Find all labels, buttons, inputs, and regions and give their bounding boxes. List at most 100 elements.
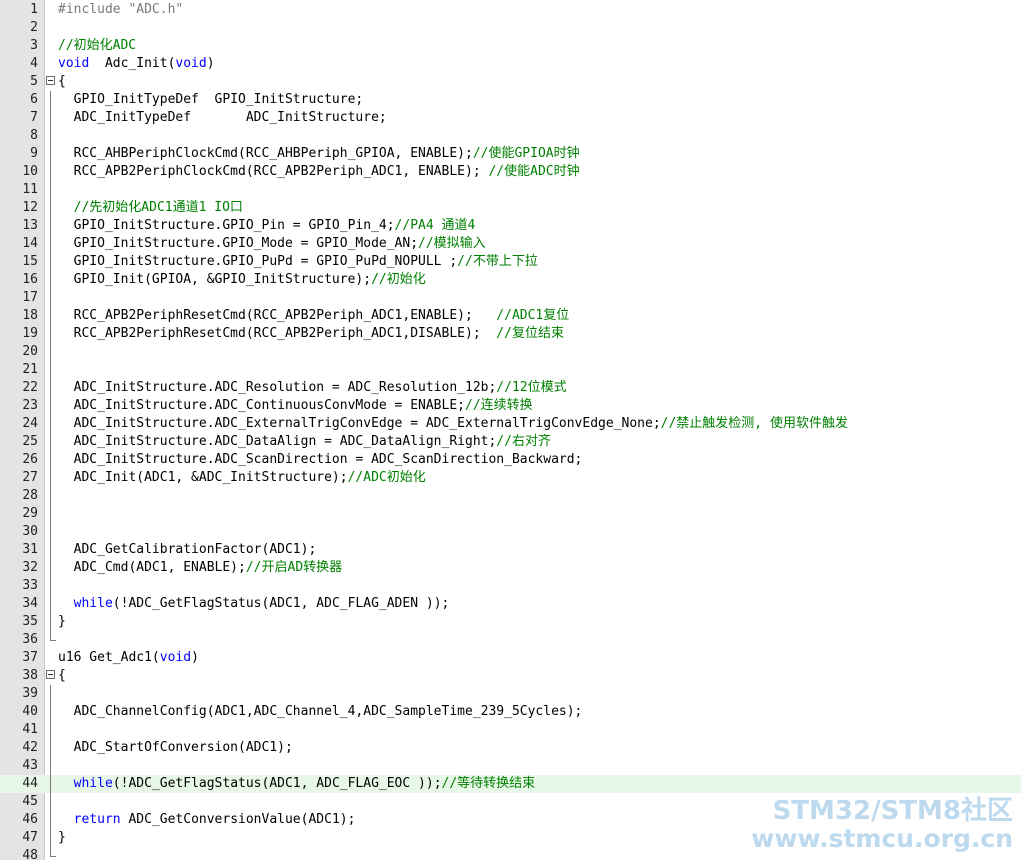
code-text[interactable]: RCC_AHBPeriphClockCmd(RCC_AHBPeriph_GPIO… xyxy=(58,145,580,163)
code-text[interactable]: ADC_InitStructure.ADC_Resolution = ADC_R… xyxy=(58,379,567,397)
code-text[interactable]: RCC_APB2PeriphResetCmd(RCC_APB2Periph_AD… xyxy=(58,307,570,325)
code-line[interactable]: 15 GPIO_InitStructure.GPIO_PuPd = GPIO_P… xyxy=(0,253,1021,271)
code-line[interactable]: 4 void Adc_Init(void) xyxy=(0,55,1021,73)
code-line[interactable]: 42 ADC_StartOfConversion(ADC1); xyxy=(0,739,1021,757)
code-line[interactable]: 37 u16 Get_Adc1(void) xyxy=(0,649,1021,667)
code-text[interactable]: RCC_APB2PeriphClockCmd(RCC_APB2Periph_AD… xyxy=(58,163,580,181)
code-line[interactable]: 29 xyxy=(0,505,1021,523)
code-token: //右对齐 xyxy=(496,434,551,449)
code-text[interactable]: ADC_InitStructure.ADC_ScanDirection = AD… xyxy=(58,451,583,469)
line-number: 47 xyxy=(22,830,38,845)
code-text[interactable]: u16 Get_Adc1(void) xyxy=(58,649,199,667)
line-number: 48 xyxy=(22,848,38,863)
code-line[interactable]: 34 while(!ADC_GetFlagStatus(ADC1, ADC_FL… xyxy=(0,595,1021,613)
code-text[interactable]: ADC_GetCalibrationFactor(ADC1); xyxy=(58,541,317,559)
code-text[interactable]: ADC_StartOfConversion(ADC1); xyxy=(58,739,293,757)
code-line[interactable]: 5{ xyxy=(0,73,1021,91)
code-line[interactable]: 43 xyxy=(0,757,1021,775)
code-text[interactable]: GPIO_InitStructure.GPIO_PuPd = GPIO_PuPd… xyxy=(58,253,538,271)
code-line[interactable]: 20 xyxy=(0,343,1021,361)
code-line[interactable]: 3 //初始化ADC xyxy=(0,37,1021,55)
line-number: 18 xyxy=(22,308,38,323)
code-text[interactable]: GPIO_InitTypeDef GPIO_InitStructure; xyxy=(58,91,364,109)
code-text[interactable]: ADC_InitStructure.ADC_DataAlign = ADC_Da… xyxy=(58,433,551,451)
code-line[interactable]: 32 ADC_Cmd(ADC1, ENABLE);//开启AD转换器 xyxy=(0,559,1021,577)
code-line[interactable]: 1 #include "ADC.h" xyxy=(0,1,1021,19)
code-line[interactable]: 30 xyxy=(0,523,1021,541)
code-line[interactable]: 35} xyxy=(0,613,1021,631)
code-line[interactable]: 11 xyxy=(0,181,1021,199)
code-line[interactable]: 18 RCC_APB2PeriphResetCmd(RCC_APB2Periph… xyxy=(0,307,1021,325)
fold-collapse-icon[interactable] xyxy=(46,76,55,85)
code-line[interactable]: 19 RCC_APB2PeriphResetCmd(RCC_APB2Periph… xyxy=(0,325,1021,343)
code-text[interactable]: GPIO_Init(GPIOA, &GPIO_InitStructure);//… xyxy=(58,271,426,289)
line-number: 11 xyxy=(22,182,38,197)
code-text[interactable]: { xyxy=(58,667,66,685)
code-token: //连续转换 xyxy=(465,398,533,413)
code-line[interactable]: 31 ADC_GetCalibrationFactor(ADC1); xyxy=(0,541,1021,559)
code-line[interactable]: 36 xyxy=(0,631,1021,649)
code-line[interactable]: 39 xyxy=(0,685,1021,703)
code-line[interactable]: 23 ADC_InitStructure.ADC_ContinuousConvM… xyxy=(0,397,1021,415)
code-text[interactable]: GPIO_InitStructure.GPIO_Pin = GPIO_Pin_4… xyxy=(58,217,476,235)
code-text[interactable]: } xyxy=(58,829,66,847)
code-text[interactable]: RCC_APB2PeriphResetCmd(RCC_APB2Periph_AD… xyxy=(58,325,564,343)
code-line[interactable]: 13 GPIO_InitStructure.GPIO_Pin = GPIO_Pi… xyxy=(0,217,1021,235)
code-line[interactable]: 16 GPIO_Init(GPIOA, &GPIO_InitStructure)… xyxy=(0,271,1021,289)
code-token: //PA4 通道4 xyxy=(394,218,476,233)
line-number: 39 xyxy=(22,686,38,701)
code-token: //模拟输入 xyxy=(418,236,486,251)
code-text[interactable]: } xyxy=(58,613,66,631)
code-text[interactable]: #include "ADC.h" xyxy=(58,1,183,19)
fold-guide xyxy=(50,235,51,253)
code-token: //初始化 xyxy=(371,272,426,287)
code-line[interactable]: 33 xyxy=(0,577,1021,595)
code-text[interactable]: while(!ADC_GetFlagStatus(ADC1, ADC_FLAG_… xyxy=(58,775,536,793)
code-line[interactable]: 25 ADC_InitStructure.ADC_DataAlign = ADC… xyxy=(0,433,1021,451)
code-line[interactable]: 22 ADC_InitStructure.ADC_Resolution = AD… xyxy=(0,379,1021,397)
fold-collapse-icon[interactable] xyxy=(46,670,55,679)
code-text[interactable]: ADC_InitStructure.ADC_ExternalTrigConvEd… xyxy=(58,415,848,433)
code-text[interactable]: ADC_ChannelConfig(ADC1,ADC_Channel_4,ADC… xyxy=(58,703,583,721)
code-text[interactable]: ADC_InitStructure.ADC_ContinuousConvMode… xyxy=(58,397,533,415)
line-number: 2 xyxy=(30,20,38,35)
code-line[interactable]: 14 GPIO_InitStructure.GPIO_Mode = GPIO_M… xyxy=(0,235,1021,253)
code-text[interactable]: ADC_InitTypeDef ADC_InitStructure; xyxy=(58,109,387,127)
code-token: #include "ADC.h" xyxy=(58,2,184,17)
code-line[interactable]: 12 //先初始化ADC1通道1 IO口 xyxy=(0,199,1021,217)
code-text[interactable]: ADC_Init(ADC1, &ADC_InitStructure);//ADC… xyxy=(58,469,426,487)
code-token: GPIO_InitStructure.GPIO_PuPd = GPIO_PuPd… xyxy=(58,254,458,269)
code-line[interactable]: 8 xyxy=(0,127,1021,145)
code-token: //ADC初始化 xyxy=(347,470,426,485)
code-text[interactable]: //初始化ADC xyxy=(58,37,136,55)
code-line[interactable]: 27 ADC_Init(ADC1, &ADC_InitStructure);//… xyxy=(0,469,1021,487)
fold-guide xyxy=(50,109,51,127)
code-text[interactable]: //先初始化ADC1通道1 IO口 xyxy=(58,199,243,217)
code-text[interactable]: while(!ADC_GetFlagStatus(ADC1, ADC_FLAG_… xyxy=(58,595,450,613)
fold-end-marker xyxy=(50,847,56,857)
code-line[interactable]: 26 ADC_InitStructure.ADC_ScanDirection =… xyxy=(0,451,1021,469)
code-text[interactable]: return ADC_GetConversionValue(ADC1); xyxy=(58,811,356,829)
fold-guide xyxy=(50,307,51,325)
code-line[interactable]: 41 xyxy=(0,721,1021,739)
code-line[interactable]: 7 ADC_InitTypeDef ADC_InitStructure; xyxy=(0,109,1021,127)
code-line[interactable]: 38 { xyxy=(0,667,1021,685)
code-line[interactable]: 2 xyxy=(0,19,1021,37)
code-text[interactable]: GPIO_InitStructure.GPIO_Mode = GPIO_Mode… xyxy=(58,235,486,253)
code-line[interactable]: 17 xyxy=(0,289,1021,307)
code-line[interactable]: 28 xyxy=(0,487,1021,505)
code-line[interactable]: 9 RCC_AHBPeriphClockCmd(RCC_AHBPeriph_GP… xyxy=(0,145,1021,163)
code-line[interactable]: 40 ADC_ChannelConfig(ADC1,ADC_Channel_4,… xyxy=(0,703,1021,721)
code-line[interactable]: 44 while(!ADC_GetFlagStatus(ADC1, ADC_FL… xyxy=(0,775,1021,793)
code-text[interactable]: { xyxy=(58,73,66,91)
code-line[interactable]: 24 ADC_InitStructure.ADC_ExternalTrigCon… xyxy=(0,415,1021,433)
code-editor[interactable]: 1 #include "ADC.h" 2 3//初始化ADC 4 void Adc_Ini… xyxy=(0,0,1021,863)
code-line[interactable]: 6 GPIO_InitTypeDef GPIO_InitStructure; xyxy=(0,91,1021,109)
line-number: 17 xyxy=(22,290,38,305)
code-token: //ADC1复位 xyxy=(496,308,570,323)
code-line[interactable]: 21 xyxy=(0,361,1021,379)
code-text[interactable]: ADC_Cmd(ADC1, ENABLE);//开启AD转换器 xyxy=(58,559,343,577)
code-text[interactable]: void Adc_Init(void) xyxy=(58,55,215,73)
code-line[interactable]: 10 RCC_APB2PeriphClockCmd(RCC_APB2Periph… xyxy=(0,163,1021,181)
